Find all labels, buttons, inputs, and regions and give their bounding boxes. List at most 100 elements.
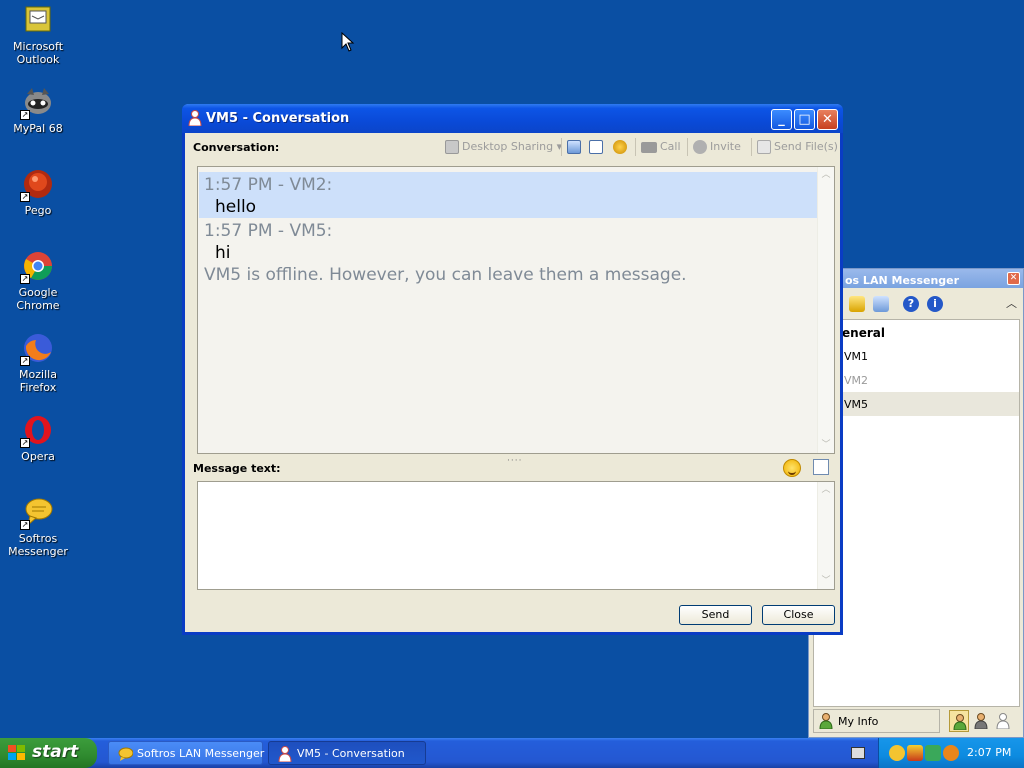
desktop-sharing-button[interactable]: Desktop Sharing ▾ — [445, 140, 562, 154]
system-tray: 2:07 PM — [878, 738, 1024, 768]
desktop-icon-opera[interactable]: ↗ Opera — [0, 414, 76, 463]
scroll-down-icon[interactable]: ﹀ — [821, 440, 831, 450]
send-files-label: Send File(s) — [774, 140, 838, 153]
info-card-icon — [589, 140, 603, 154]
contact-name: VM2 — [844, 374, 869, 387]
status-offline-button[interactable] — [993, 710, 1013, 732]
minimize-icon[interactable]: _ — [771, 109, 792, 130]
history-button[interactable] — [567, 140, 584, 154]
invite-button[interactable]: Invite — [693, 140, 741, 154]
send-button[interactable]: Send — [679, 605, 752, 625]
message-item: 1:57 PM - VM5: hi — [199, 218, 817, 264]
call-button[interactable]: Call — [641, 140, 681, 153]
close-icon[interactable]: ✕ — [1007, 272, 1020, 285]
taskbar-item[interactable]: Softros LAN Messenger — [108, 741, 265, 765]
offline-notice: VM5 is offline. However, you can leave t… — [204, 265, 687, 285]
message-item: 1:57 PM - VM2: hello — [199, 172, 817, 218]
contact-item[interactable]: VM2 — [814, 368, 1019, 392]
smiley-icon[interactable] — [783, 459, 801, 477]
user-online-icon — [953, 714, 967, 730]
taskbar-item-label: Softros LAN Messenger — [137, 747, 265, 760]
softros-icon — [118, 747, 133, 761]
my-info-button[interactable]: My Info — [813, 709, 940, 733]
window-titlebar[interactable]: VM5 - Conversation _ □ ✕ — [182, 104, 843, 133]
keyboard-icon[interactable] — [851, 747, 865, 759]
users-icon — [693, 140, 707, 154]
folder-icon[interactable] — [849, 296, 865, 312]
contact-name: VM5 — [844, 398, 869, 411]
desktop-icon-firefox[interactable]: ↗ Mozilla Firefox — [0, 332, 76, 394]
user-offline-icon — [996, 713, 1010, 729]
status-away-button[interactable] — [971, 710, 991, 732]
camera-icon — [641, 141, 657, 153]
clock: 2:07 PM — [967, 746, 1012, 759]
desktop-icon-outlook[interactable]: Microsoft Outlook — [0, 4, 76, 66]
conversation-label: Conversation: — [193, 141, 280, 154]
desktop-icon-label: Google Chrome — [16, 286, 60, 312]
mouse-cursor-icon — [341, 32, 355, 52]
toolbar-divider — [751, 138, 752, 156]
invite-label: Invite — [710, 140, 741, 153]
message-text: hi — [215, 243, 231, 263]
desktop-icon-pego[interactable]: ↗ Pego — [0, 168, 76, 217]
user-icon — [819, 713, 833, 729]
softros-tray-icon[interactable] — [889, 745, 905, 761]
desktop-icon-mypal[interactable]: ↗ MyPal 68 — [0, 86, 76, 135]
info-icon[interactable]: i — [927, 296, 943, 312]
outlook-icon — [22, 4, 54, 36]
desktop-icon-label: Pego — [24, 204, 52, 217]
search-icon[interactable] — [943, 745, 959, 761]
settings-button[interactable] — [613, 140, 630, 154]
desktop-icon-label: Softros — [18, 532, 58, 545]
close-icon[interactable]: ✕ — [817, 109, 838, 130]
send-files-button[interactable]: Send File(s) — [757, 140, 838, 154]
network-icon[interactable] — [925, 745, 941, 761]
text-format-icon[interactable] — [813, 459, 829, 475]
collapse-icon[interactable]: ︿ — [1006, 295, 1017, 311]
status-online-button[interactable] — [949, 710, 969, 732]
scrollbar[interactable]: ︿ ﹀ — [817, 167, 834, 453]
notes-icon[interactable] — [873, 296, 889, 312]
desktop-sharing-icon — [445, 140, 459, 154]
desktop-icon-label: Mozilla Firefox — [19, 368, 57, 394]
message-header: 1:57 PM - VM5: — [204, 221, 333, 241]
desktop-icon-label: Opera — [21, 450, 55, 463]
messenger-title: os LAN Messenger — [845, 274, 960, 287]
start-button[interactable]: start — [0, 738, 97, 768]
scroll-up-icon[interactable]: ︿ — [821, 170, 831, 180]
help-icon[interactable]: ? — [903, 296, 919, 312]
splitter-handle[interactable]: ···· — [507, 456, 522, 466]
message-input[interactable]: ︿ ﹀ — [197, 481, 835, 590]
toolbar-divider — [635, 138, 636, 156]
maximize-icon[interactable]: □ — [794, 109, 815, 130]
desktop-icon-label: Microsoft — [12, 40, 64, 53]
contact-item[interactable]: VM5 — [814, 392, 1019, 416]
desktop-icon-label: MyPal 68 — [13, 122, 63, 135]
user-away-icon — [974, 713, 988, 729]
desktop-icon-label: Messenger — [8, 545, 68, 558]
close-button[interactable]: Close — [762, 605, 835, 625]
pego-icon: ↗ — [20, 168, 54, 202]
scroll-down-icon[interactable]: ﹀ — [821, 576, 831, 586]
desktop-icon-softros[interactable]: ↗ Softros Messenger — [0, 496, 76, 558]
desktop-sharing-label: Desktop Sharing — [462, 140, 554, 153]
conversation-history[interactable]: 1:57 PM - VM2: hello 1:57 PM - VM5: hi V… — [197, 166, 835, 454]
taskbar-item[interactable]: VM5 - Conversation — [268, 741, 426, 765]
message-header: 1:57 PM - VM2: — [204, 175, 333, 195]
desktop-icon-chrome[interactable]: ↗ Google Chrome — [0, 250, 76, 312]
start-label: start — [32, 742, 79, 762]
taskbar: start Softros LAN Messenger VM5 - Conver… — [0, 738, 1024, 768]
softros-icon: ↗ — [20, 496, 54, 530]
windows-logo-icon — [8, 745, 25, 760]
send-file-icon — [757, 140, 771, 154]
info-button[interactable] — [589, 140, 606, 154]
contact-item[interactable]: VM1 — [814, 344, 1019, 368]
scroll-up-icon[interactable]: ︿ — [821, 485, 831, 495]
notes-icon — [567, 140, 581, 154]
window-title: VM5 - Conversation — [206, 111, 350, 126]
security-shield-icon[interactable] — [907, 745, 923, 761]
toolbar-divider — [561, 138, 562, 156]
toolbar-divider — [687, 138, 688, 156]
chrome-icon: ↗ — [20, 250, 54, 284]
scrollbar[interactable]: ︿ ﹀ — [817, 482, 834, 589]
